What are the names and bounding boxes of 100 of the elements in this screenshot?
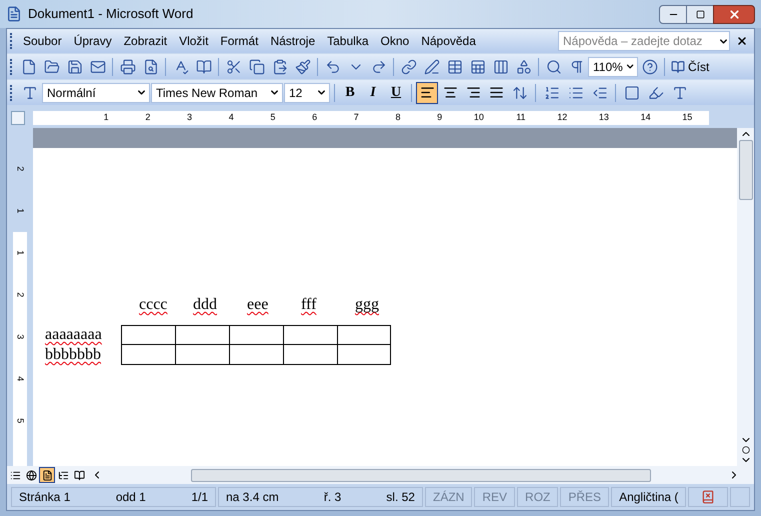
read-button[interactable]: Číst bbox=[668, 58, 712, 76]
scissors-icon[interactable] bbox=[226, 58, 242, 74]
status-text: odd 1 bbox=[114, 489, 147, 506]
link-icon[interactable] bbox=[400, 58, 416, 74]
ruler-number: 12 bbox=[556, 111, 568, 124]
columns-icon[interactable] bbox=[492, 58, 508, 74]
align-left-icon bbox=[420, 85, 434, 100]
align-right-icon bbox=[466, 85, 480, 100]
line-spacing-icon[interactable] bbox=[512, 84, 528, 100]
print-preview-icon[interactable] bbox=[142, 58, 158, 74]
menu-item[interactable]: Nápověda bbox=[415, 32, 482, 50]
book-icon[interactable] bbox=[196, 58, 212, 74]
document-text: cccc bbox=[139, 296, 168, 313]
font-size-dropdown[interactable]: 12 bbox=[284, 82, 330, 102]
ruler-number: 10 bbox=[472, 111, 484, 124]
align-justify-icon bbox=[488, 85, 504, 100]
menu-item[interactable]: Nástroje bbox=[264, 32, 322, 50]
document-text: ggg bbox=[355, 296, 379, 313]
magnifier-icon[interactable] bbox=[546, 58, 562, 74]
ruler-number: 2 bbox=[14, 292, 27, 298]
ruler-number: 2 bbox=[144, 111, 150, 124]
redo-icon[interactable] bbox=[370, 58, 386, 74]
help-icon[interactable] bbox=[642, 58, 658, 74]
shapes-icon[interactable] bbox=[516, 58, 532, 74]
ruler-number: 15 bbox=[681, 111, 692, 124]
printer-icon[interactable] bbox=[120, 58, 136, 74]
ruler-number: 7 bbox=[352, 111, 359, 124]
style-dropdown[interactable]: Normální bbox=[42, 82, 150, 102]
document-text: bbbbbbb bbox=[45, 346, 101, 363]
align-left-button[interactable] bbox=[416, 82, 438, 104]
underline-button[interactable]: U bbox=[385, 82, 407, 103]
ruler-number: 3 bbox=[186, 111, 192, 124]
book-icon bbox=[671, 60, 685, 74]
status-text: REV bbox=[481, 489, 508, 506]
maximize-icon bbox=[696, 10, 704, 18]
numbered-list-icon[interactable] bbox=[544, 84, 560, 100]
menu-item[interactable]: Zobrazit bbox=[118, 32, 174, 50]
scrollbar-thumb[interactable] bbox=[738, 140, 752, 200]
menu-item[interactable]: Úpravy bbox=[68, 32, 118, 50]
ruler-number: 4 bbox=[228, 111, 234, 124]
save-icon[interactable] bbox=[66, 58, 82, 74]
pencil-icon[interactable] bbox=[424, 58, 440, 74]
close-button[interactable] bbox=[713, 4, 755, 24]
table-cell bbox=[229, 345, 283, 365]
undo-icon[interactable] bbox=[324, 58, 340, 74]
align-center-icon bbox=[442, 85, 458, 100]
ruler-number: 11 bbox=[515, 111, 526, 124]
close-icon bbox=[728, 8, 740, 20]
menu-item[interactable]: Soubor bbox=[17, 32, 68, 50]
document-text: aaaaaaaa bbox=[45, 326, 102, 343]
spelling-status-icon bbox=[701, 490, 716, 504]
minimize-button[interactable] bbox=[659, 4, 687, 24]
status-text: na 3.4 cm bbox=[225, 489, 280, 506]
ruler-number: 1 bbox=[14, 250, 27, 256]
table-cell bbox=[337, 345, 391, 365]
reading-view-icon bbox=[74, 470, 84, 480]
print-view-button[interactable] bbox=[39, 467, 55, 483]
status-text: PŘES bbox=[567, 489, 602, 506]
table-cell bbox=[283, 345, 337, 365]
folder-icon[interactable] bbox=[44, 58, 60, 74]
tab-stop-selector[interactable] bbox=[11, 111, 25, 125]
status-text: Stránka 1 bbox=[18, 489, 72, 506]
maximize-button[interactable] bbox=[687, 4, 713, 24]
italic-button[interactable]: I bbox=[362, 82, 384, 103]
clipboard-icon[interactable] bbox=[272, 58, 288, 74]
ruler-number: 5 bbox=[269, 111, 276, 124]
envelope-icon[interactable] bbox=[90, 58, 106, 74]
font-dropdown[interactable]: Times New Roman bbox=[151, 82, 283, 102]
ruler-number: 6 bbox=[311, 111, 318, 124]
menu-item[interactable]: Okno bbox=[374, 32, 416, 50]
status-text: sl. 52 bbox=[385, 489, 416, 506]
web-view-icon bbox=[26, 470, 36, 480]
table-cell bbox=[229, 325, 283, 345]
help-search-field[interactable]: Nápověda – zadejte dotaz bbox=[558, 31, 730, 51]
spreadsheet-icon[interactable] bbox=[470, 58, 486, 74]
table-cell bbox=[121, 345, 175, 365]
menu-item[interactable]: Tabulka bbox=[321, 32, 374, 50]
copy-icon[interactable] bbox=[248, 58, 264, 74]
horizontal-scrollbar-thumb[interactable] bbox=[191, 468, 651, 482]
document-text: fff bbox=[301, 296, 316, 313]
document-text: ddd bbox=[193, 296, 217, 313]
zoom-dropdown[interactable]: 110% bbox=[588, 56, 638, 76]
paintbrush-icon[interactable] bbox=[294, 58, 310, 74]
bold-button[interactable]: B bbox=[339, 82, 361, 103]
outline-view-icon bbox=[58, 470, 68, 480]
table-cell bbox=[175, 345, 229, 365]
browse-object-icon[interactable] bbox=[742, 446, 750, 454]
ruler-number: 4 bbox=[14, 376, 27, 382]
table-cell bbox=[337, 325, 391, 345]
font-color-icon[interactable] bbox=[672, 84, 688, 100]
new-document-icon[interactable] bbox=[20, 58, 36, 74]
styles-icon[interactable] bbox=[22, 84, 38, 100]
menu-item[interactable]: Vložit bbox=[173, 32, 214, 50]
status-text: ZÁZN bbox=[432, 489, 466, 506]
ruler-number: 1 bbox=[14, 208, 27, 214]
highlighter-icon[interactable] bbox=[648, 84, 664, 100]
border-icon[interactable] bbox=[624, 84, 640, 100]
table-icon[interactable] bbox=[446, 58, 462, 74]
close-icon[interactable] bbox=[736, 35, 748, 47]
menu-item[interactable]: Formát bbox=[214, 32, 264, 50]
